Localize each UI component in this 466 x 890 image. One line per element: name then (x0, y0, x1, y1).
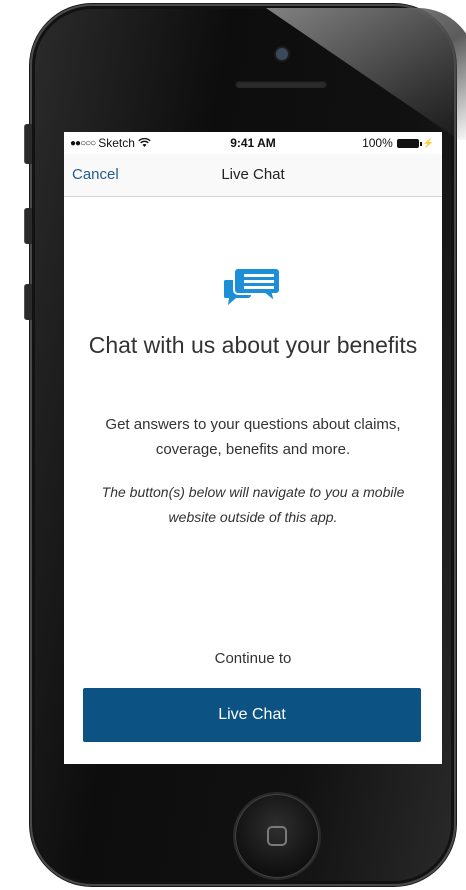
earpiece-speaker (235, 80, 327, 88)
description-text: Get answers to your questions about clai… (105, 416, 401, 458)
status-right: 100% ⚡ (362, 136, 434, 150)
volume-up-button (24, 208, 32, 244)
screen-glare (266, 8, 466, 140)
battery-percent: 100% (362, 136, 393, 150)
headline: Chat with us about your benefits (88, 332, 418, 358)
external-site-note: The button(s) below will navigate to you… (101, 484, 405, 525)
home-button[interactable] (235, 794, 319, 878)
mute-switch (24, 124, 32, 164)
front-camera (276, 48, 288, 60)
battery-icon (396, 138, 422, 148)
chat-bubbles-icon (224, 267, 281, 305)
navigation-bar: Cancel Live Chat (64, 154, 442, 197)
app-screen: ●●○○○ Sketch 9:41 AM 100% ⚡ Cancel Live … (64, 132, 442, 764)
continue-label: Continue to (214, 650, 292, 667)
live-chat-button[interactable]: Live Chat (83, 688, 421, 742)
home-square-icon (267, 826, 287, 846)
charging-bolt-icon: ⚡ (422, 137, 434, 148)
volume-down-button (24, 284, 32, 320)
page-title: Live Chat (221, 166, 285, 183)
status-bar: ●●○○○ Sketch 9:41 AM 100% ⚡ (64, 132, 442, 154)
